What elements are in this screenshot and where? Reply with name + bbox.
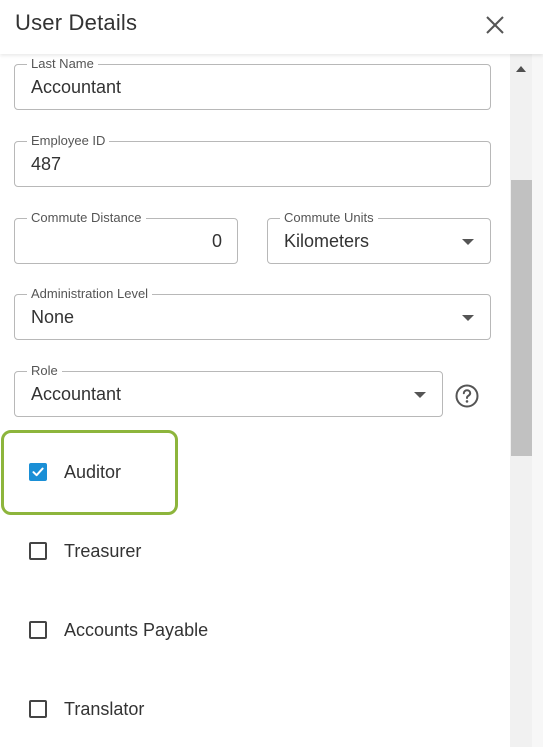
commute-units-value: Kilometers [284, 231, 370, 251]
dialog-content: Last Name Accountant Employee ID 487 Com… [0, 54, 510, 747]
translator-checkbox[interactable]: Translator [29, 698, 144, 720]
administration-level-select[interactable]: Administration Level None [14, 286, 491, 340]
commute-distance-value: 0 [211, 231, 222, 251]
auditor-label: Auditor [64, 461, 122, 482]
accounts-payable-checkbox[interactable]: Accounts Payable [29, 619, 208, 641]
checkbox-checked-icon[interactable] [29, 463, 47, 481]
close-icon[interactable] [484, 14, 506, 36]
dialog-title: User Details [15, 10, 138, 35]
role-label: Role [27, 363, 62, 379]
commute-units-label: Commute Units [280, 210, 378, 226]
treasurer-checkbox[interactable]: Treasurer [29, 540, 141, 562]
role-select[interactable]: Role Accountant [14, 363, 443, 417]
commute-units-select[interactable]: Commute Units Kilometers [267, 210, 491, 264]
help-circle-icon[interactable] [455, 384, 479, 408]
checkbox-unchecked-icon[interactable] [29, 621, 47, 639]
vertical-scrollbar[interactable] [510, 54, 543, 747]
treasurer-label: Treasurer [64, 540, 142, 561]
accounts-payable-label: Accounts Payable [64, 619, 209, 640]
checkbox-unchecked-icon[interactable] [29, 542, 47, 560]
employee-id-value: 487 [31, 154, 62, 174]
role-value: Accountant [31, 384, 122, 404]
last-name-field[interactable]: Last Name Accountant [14, 56, 491, 110]
last-name-label: Last Name [27, 56, 98, 72]
commute-distance-label: Commute Distance [27, 210, 146, 226]
employee-id-field[interactable]: Employee ID 487 [14, 133, 491, 187]
administration-level-label: Administration Level [27, 286, 153, 302]
checkbox-unchecked-icon[interactable] [29, 700, 47, 718]
translator-label: Translator [64, 698, 145, 719]
chevron-down-icon [462, 315, 474, 321]
chevron-down-icon [462, 239, 474, 245]
last-name-value: Accountant [31, 77, 122, 97]
scroll-up-arrow-icon[interactable] [516, 66, 526, 72]
auditor-checkbox[interactable]: Auditor [29, 461, 121, 483]
scrollbar-thumb[interactable] [511, 180, 532, 456]
commute-distance-field[interactable]: Commute Distance 0 [14, 210, 238, 264]
dialog-header: User Details [0, 0, 543, 54]
scrollbar-edge [532, 54, 543, 747]
employee-id-label: Employee ID [27, 133, 110, 149]
chevron-down-icon [414, 392, 426, 398]
administration-level-value: None [31, 307, 75, 327]
